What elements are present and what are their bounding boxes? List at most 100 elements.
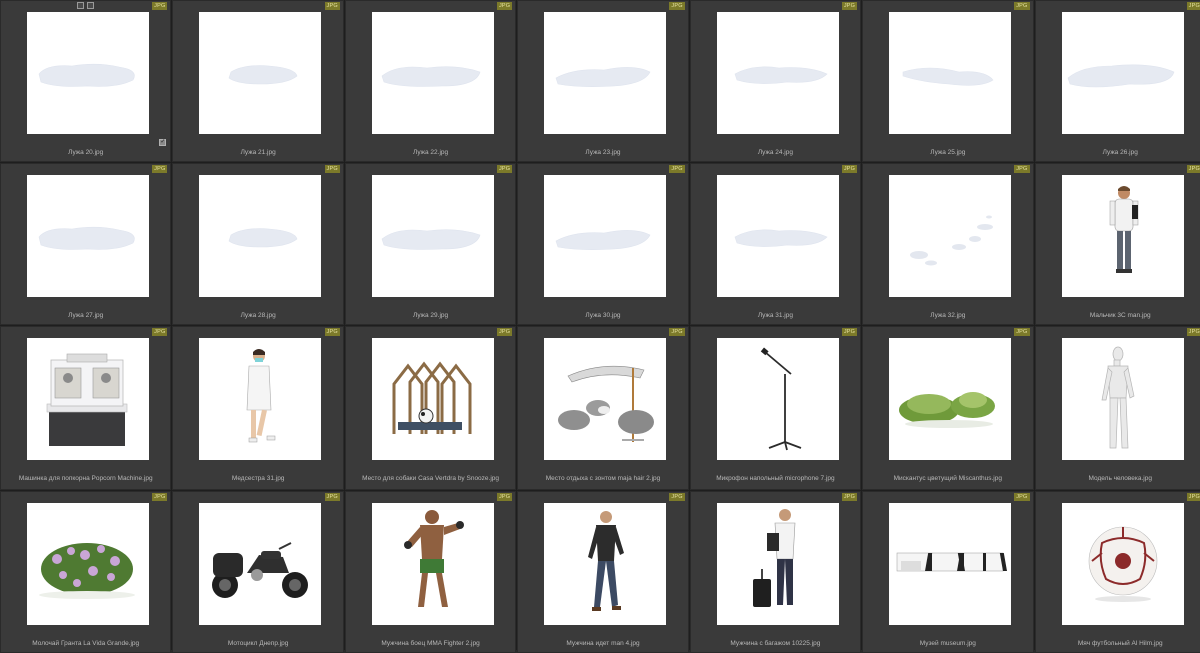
thumbnail-cell[interactable]: JPG Лужа 31.jpg [689,163,862,325]
file-name-label: Лужа 29.jpg [412,312,449,319]
frame-icon[interactable] [77,2,84,9]
file-type-badge: JPG [841,165,858,173]
file-type-badge: JPG [841,328,858,336]
thumbnail-cell[interactable]: JPG Мяч футбольный Al Hilm.jpg [1034,491,1200,653]
thumbnail-cell[interactable]: JPG Мотоцикл Днепр.jpg [172,491,344,653]
file-name-label: Лужа 27.jpg [68,312,104,319]
lounge-umbrella-image[interactable] [544,338,667,460]
thumbnail-cell[interactable]: JPG Лужа 27.jpg [0,163,172,325]
file-name-label: Лужа 22.jpg [412,149,449,156]
file-type-badge: JPG [496,165,513,173]
puddle-image[interactable] [27,175,149,297]
file-name-label: Модель человека.jpg [1088,475,1152,482]
file-name-label: Мужчина с багажом 10225.jpg [730,640,821,647]
thumbnail-cell[interactable]: JPG Лужа 24.jpg [689,0,862,162]
shrub-image[interactable] [27,503,149,625]
thumbnail-cell[interactable]: JPG Лужа 26.jpg [1034,0,1200,162]
thumbnail-cell[interactable]: JPG Мальчик 3C man.jpg [1034,163,1200,325]
nurse-image[interactable] [199,338,322,460]
file-type-badge: JPG [1014,493,1030,501]
thumbnail-cell[interactable]: JPG Место отдыха с зонтом maja hair 2.jpg [517,326,689,490]
football-image[interactable] [1061,503,1184,625]
file-name-label: Место для собаки Casa Vertdra by Snooze.… [362,475,500,482]
thumbnail-cell[interactable]: JPG ✓ Лужа 20.jpg [0,0,172,162]
thumbnail-cell[interactable]: JPG Микрофон напольный microphone 7.jpg [689,326,862,490]
thumbnail-cell[interactable]: JPG Лужа 29.jpg [344,163,517,325]
file-type-badge: JPG [152,165,168,173]
thumbnail-cell[interactable]: JPG Лужа 28.jpg [172,163,344,325]
puddle-image[interactable] [199,175,322,297]
file-name-label: Музей museum.jpg [919,640,976,647]
thumbnail-cell[interactable]: JPG Молочай Гранта La Vida Grande.jpg [0,491,172,653]
file-type-badge: JPG [152,2,168,10]
puddles-image[interactable] [889,175,1012,297]
puddle-image[interactable] [544,175,667,297]
walking-man-image[interactable] [544,503,667,625]
edit-pencil-icon[interactable] [87,2,94,9]
select-checkbox[interactable]: ✓ [159,139,167,146]
puddle-image[interactable] [199,12,322,134]
file-name-label: Машинка для попкорна Popcorn Machine.jpg [18,475,153,482]
file-name-label: Мискантус цветущий Miscanthus.jpg [893,475,1002,482]
thumbnail-cell[interactable]: JPG Машинка для попкорна Popcorn Machine.… [0,326,172,490]
grass-image[interactable] [889,338,1012,460]
file-name-label: Микрофон напольный microphone 7.jpg [716,475,835,482]
puddle-image[interactable] [371,175,494,297]
file-name-label: Лужа 31.jpg [757,312,793,319]
museum-image[interactable] [889,503,1012,625]
file-name-label: Мужчина боец MMA Fighter 2.jpg [381,640,480,647]
man-luggage-image[interactable] [716,503,839,625]
file-type-badge: JPG [324,328,340,336]
boy-image[interactable] [1061,175,1184,297]
thumbnail-cell[interactable]: JPG Мужчина идет man 4.jpg [517,491,689,653]
motorcycle-image[interactable] [199,503,322,625]
file-name-label: Мотоцикл Днепр.jpg [227,640,289,647]
thumbnail-cell[interactable]: JPG Мужчина боец MMA Fighter 2.jpg [344,491,517,653]
puddle-image[interactable] [716,175,839,297]
thumbnail-cell[interactable]: JPG Лужа 23.jpg [517,0,689,162]
thumbnail-cell[interactable]: JPG Место для собаки Casa Vertdra by Snoo… [344,326,517,490]
puddle-image[interactable] [544,12,667,134]
file-name-label: Лужа 20.jpg [68,149,104,156]
file-type-badge: JPG [152,493,168,501]
file-type-badge: JPG [669,328,685,336]
fighter-image[interactable] [371,503,494,625]
file-type-badge: JPG [1186,493,1200,501]
file-type-badge: JPG [496,493,513,501]
file-name-label: Мяч футбольный Al Hilm.jpg [1077,640,1163,647]
file-type-badge: JPG [1014,328,1030,336]
thumbnail-cell[interactable]: JPG Лужа 32.jpg [862,163,1034,325]
thumbnail-cell[interactable]: JPG Мужчина с багажом 10225.jpg [689,491,862,653]
file-type-badge: JPG [1186,2,1200,10]
thumbnail-grid: JPG ✓ Лужа 20.jpg JPG Лужа 21.jpg JPG Лужа 22.… [0,0,1200,653]
file-type-badge: JPG [1186,328,1200,336]
thumbnail-cell[interactable]: JPG Мискантус цветущий Miscanthus.jpg [862,326,1034,490]
file-name-label: Лужа 23.jpg [585,149,621,156]
file-type-badge: JPG [1014,2,1030,10]
file-type-badge: JPG [324,2,340,10]
thumbnail-cell[interactable]: JPG Медсестра 31.jpg [172,326,344,490]
file-name-label: Мужчина идет man 4.jpg [566,640,640,647]
microphone-stand-image[interactable] [716,338,839,460]
file-type-badge: JPG [669,2,685,10]
selection-tools [77,2,94,9]
puddle-image[interactable] [1061,12,1184,134]
thumbnail-cell[interactable]: JPG Музей museum.jpg [862,491,1034,653]
file-name-label: Место отдыха с зонтом maja hair 2.jpg [545,475,661,482]
mannequin-image[interactable] [1061,338,1184,460]
puddle-image[interactable] [27,12,149,134]
file-type-badge: JPG [1014,165,1030,173]
file-name-label: Лужа 32.jpg [930,312,966,319]
popcorn-machine-image[interactable] [27,338,149,460]
thumbnail-cell[interactable]: JPG Лужа 30.jpg [517,163,689,325]
puddle-image[interactable] [371,12,494,134]
thumbnail-cell[interactable]: JPG Лужа 21.jpg [172,0,344,162]
thumbnail-cell[interactable]: JPG Лужа 25.jpg [862,0,1034,162]
dog-house-image[interactable] [371,338,494,460]
puddle-image[interactable] [716,12,839,134]
file-name-label: Медсестра 31.jpg [231,475,285,482]
puddle-image[interactable] [889,12,1012,134]
thumbnail-cell[interactable]: JPG Модель человека.jpg [1034,326,1200,490]
file-type-badge: JPG [496,2,513,10]
thumbnail-cell[interactable]: JPG Лужа 22.jpg [344,0,517,162]
